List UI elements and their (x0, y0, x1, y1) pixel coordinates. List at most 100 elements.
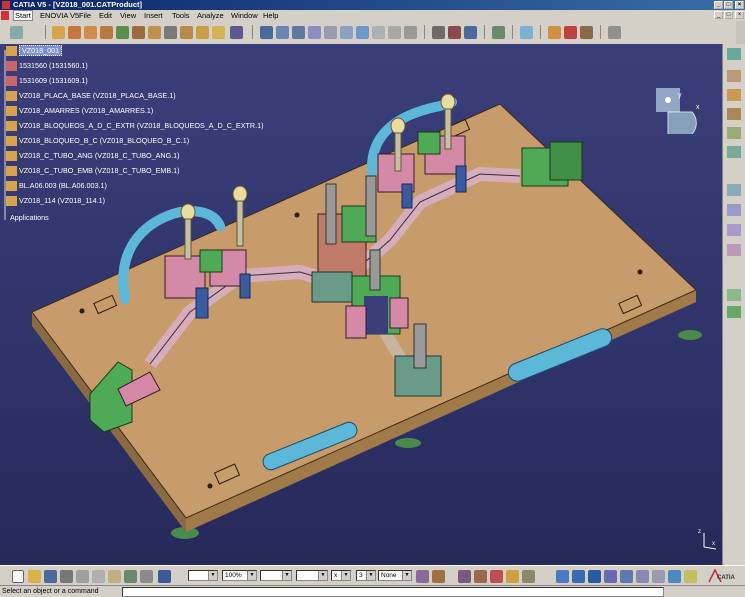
distance-analysis-icon[interactable] (492, 26, 505, 39)
existing-component-icon[interactable] (727, 127, 741, 139)
point-combo[interactable]: x ▼ (331, 570, 351, 581)
tree-item[interactable]: 1531609 (1531609.1) (6, 75, 88, 87)
sectioning-icon[interactable] (464, 26, 477, 39)
tree-item[interactable]: VZ018_BLOQUEO_B_C (VZ018_BLOQUEO_B_C.1) (6, 135, 189, 147)
redo-icon[interactable] (140, 570, 153, 583)
offset-icon[interactable] (727, 244, 741, 256)
menu-tools[interactable]: Tools (172, 10, 190, 21)
menu-view[interactable]: View (120, 10, 136, 21)
catalog-browser-icon[interactable] (564, 26, 577, 39)
selective-load-icon[interactable] (164, 26, 177, 39)
painter-icon[interactable] (416, 570, 429, 583)
swap-space-icon[interactable] (668, 570, 681, 583)
tree-root[interactable]: VZ018_001 (6, 45, 63, 57)
transparency-combo[interactable]: 100% ▼ (222, 570, 257, 581)
contact-icon[interactable] (727, 224, 741, 236)
close-button[interactable]: × (735, 1, 744, 9)
replace-component-icon[interactable] (116, 26, 129, 39)
properties-icon[interactable] (432, 570, 445, 583)
reconnect-icon[interactable] (230, 26, 243, 39)
linetype-combo[interactable]: ▼ (260, 570, 292, 581)
color-combo[interactable]: ▼ (188, 570, 218, 581)
render-style-icon[interactable] (636, 570, 649, 583)
annotation-icon[interactable] (727, 306, 741, 318)
constraints-icon[interactable] (727, 184, 741, 196)
menu-file[interactable]: File (79, 10, 91, 21)
graph-tree-reorder-icon[interactable] (132, 26, 145, 39)
menu-insert[interactable]: Insert (144, 10, 163, 21)
tree-applications[interactable]: Applications (10, 212, 49, 224)
offset-constraint-icon[interactable] (372, 26, 385, 39)
generate-numbering-icon[interactable] (148, 26, 161, 39)
maximize-button[interactable]: □ (724, 1, 733, 9)
zoom-out-icon[interactable] (572, 570, 585, 583)
multi-instantiation-icon[interactable] (196, 26, 209, 39)
fly-mode-icon[interactable] (458, 570, 471, 583)
menu-edit[interactable]: Edit (99, 10, 112, 21)
multi-view-icon[interactable] (604, 570, 617, 583)
apply-material-icon[interactable] (548, 26, 561, 39)
insert-part-icon[interactable] (84, 26, 97, 39)
tree-item[interactable]: 1531560 (1531560.1) (6, 60, 88, 72)
tree-item[interactable]: VZ018_C_TUBO_EMB (VZ018_C_TUBO_EMB.1) (6, 165, 180, 177)
zoom-in-icon[interactable] (556, 570, 569, 583)
clash-icon[interactable] (448, 26, 461, 39)
view-icon[interactable] (684, 570, 697, 583)
menu-analyze[interactable]: Analyze (197, 10, 224, 21)
tree-item[interactable]: VZ018_C_TUBO_ANG (VZ018_C_TUBO_ANG.1) (6, 150, 180, 162)
tree-item[interactable]: VZ018_AMARRES (VZ018_AMARRES.1) (6, 105, 153, 117)
layer-combo[interactable]: 3 ▼ (356, 570, 376, 581)
whats-this-icon[interactable] (158, 570, 171, 583)
menu-start[interactable]: Start (13, 10, 33, 21)
fit-all-icon[interactable] (490, 570, 503, 583)
layer-filter-combo[interactable]: None ▼ (378, 570, 412, 581)
iso-view-icon[interactable] (620, 570, 633, 583)
snap-icon[interactable] (276, 26, 289, 39)
insert-component-icon[interactable] (52, 26, 65, 39)
tree-item[interactable]: BL.A06.003 (BL.A06.003.1) (6, 180, 107, 192)
grid-icon[interactable] (608, 26, 621, 39)
smart-move-icon[interactable] (292, 26, 305, 39)
assembly-design-icon[interactable] (727, 48, 741, 60)
compass[interactable]: y x (652, 84, 702, 140)
product-structure-icon[interactable] (10, 26, 23, 39)
undo-icon[interactable] (124, 570, 137, 583)
manage-representations-icon[interactable] (180, 26, 193, 39)
pan-icon[interactable] (506, 570, 519, 583)
examine-mode-icon[interactable] (474, 570, 487, 583)
new-product-icon[interactable] (727, 89, 741, 101)
paste-icon[interactable] (108, 570, 121, 583)
minimize-button[interactable]: _ (714, 1, 723, 9)
contact-constraint-icon[interactable] (356, 26, 369, 39)
fix-component-icon[interactable] (404, 26, 417, 39)
doc-minimize-button[interactable]: _ (714, 11, 723, 19)
tree-item[interactable]: VZ018_BLOQUEOS_A_D_C_EXTR (VZ018_BLOQUEO… (6, 120, 263, 132)
rotate-icon[interactable] (522, 570, 535, 583)
rec-icon[interactable] (727, 204, 741, 216)
new-icon[interactable] (12, 570, 24, 583)
fast-multi-instantiation-icon[interactable] (212, 26, 225, 39)
hide-show-icon[interactable] (652, 570, 665, 583)
new-component-icon[interactable] (727, 70, 741, 82)
angle-constraint-icon[interactable] (388, 26, 401, 39)
doc-close-button[interactable]: × (735, 11, 744, 19)
tree-item[interactable]: VZ018_PLACA_BASE (VZ018_PLACA_BASE.1) (6, 90, 176, 102)
3d-viewport[interactable]: VZ018_001 1531560 (1531560.1) 1531609 (1… (0, 44, 722, 565)
document-icon[interactable] (1, 11, 9, 20)
menu-window[interactable]: Window (231, 10, 258, 21)
explode-icon[interactable] (308, 26, 321, 39)
menu-enovia[interactable]: ENOVIA V5 (40, 10, 79, 21)
tree-item[interactable]: VZ018_114 (VZ018_114.1) (6, 195, 105, 207)
cut-icon[interactable] (76, 570, 89, 583)
toolbar-scroll-handle[interactable] (736, 21, 745, 44)
doc-maximize-button[interactable]: □ (724, 11, 733, 19)
print-icon[interactable] (60, 570, 73, 583)
manipulation-icon[interactable] (260, 26, 273, 39)
open-icon[interactable] (28, 570, 41, 583)
measure-icon[interactable] (520, 26, 533, 39)
new-part-icon[interactable] (727, 108, 741, 120)
coincidence-constraint-icon[interactable] (340, 26, 353, 39)
insert-product-icon[interactable] (68, 26, 81, 39)
replace-component-icon[interactable] (727, 146, 741, 158)
sectioning-icon[interactable] (727, 289, 741, 301)
